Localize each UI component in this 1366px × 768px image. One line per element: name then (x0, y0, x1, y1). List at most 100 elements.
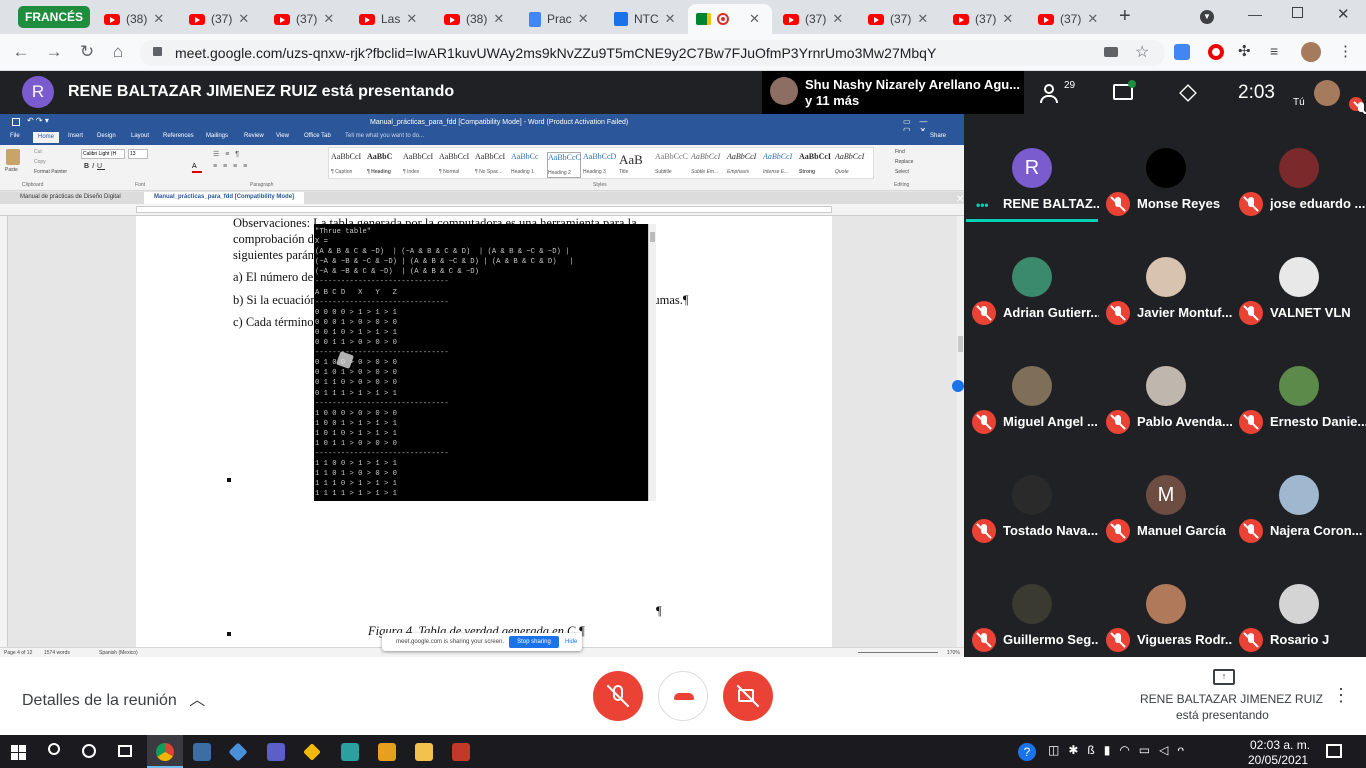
opera-extension-icon[interactable] (1208, 44, 1224, 60)
app-icon[interactable] (452, 743, 470, 761)
microphone-off-button[interactable] (593, 671, 643, 721)
participant-name[interactable]: Javier Montuf... (1137, 305, 1232, 320)
style-intense-emphasis[interactable]: AaBbCcI Intense E... (763, 152, 797, 178)
paragraph-buttons[interactable]: ☰ ≡ ¶ (213, 150, 241, 158)
browser-tab[interactable]: (37) ✕ (266, 4, 342, 34)
self-avatar[interactable] (1314, 80, 1340, 106)
browser-tab[interactable]: Las ✕ (351, 4, 425, 34)
participant-name[interactable]: Vigueras Rodr... (1137, 632, 1233, 647)
browser-tab[interactable]: Prac ✕ (521, 4, 597, 34)
media-control-icon[interactable]: ≡ (1270, 43, 1278, 59)
close-window-button[interactable]: ✕ (1337, 5, 1350, 23)
more-options-icon[interactable]: ⋮ (1332, 685, 1350, 706)
hex-app-icon[interactable] (378, 743, 396, 761)
font-family-select[interactable]: Calibri Light (H (81, 149, 125, 159)
word-tab-home[interactable]: Home (33, 132, 60, 143)
browser-tab[interactable]: (37) ✕ (945, 4, 1021, 34)
browser-tab[interactable]: (37) ✕ (181, 4, 257, 34)
style-heading[interactable]: AaBbC ¶ Heading (367, 152, 401, 178)
taskbar-time[interactable]: 02:03 a. m. (1250, 738, 1310, 752)
url-text[interactable]: meet.google.com/uzs-qnxw-rjk?fbclid=IwAR… (175, 45, 936, 61)
paste-icon[interactable] (6, 149, 20, 165)
chrome-menu-icon[interactable]: ⋮ (1338, 42, 1353, 60)
system-tray-icons[interactable]: ◫✱ß▮◠▭◁ᴖ (1048, 743, 1193, 757)
minimize-button[interactable]: — (1248, 6, 1262, 22)
replace-button[interactable]: Replace (895, 159, 913, 165)
status-page[interactable]: Page 4 of 12 (4, 650, 32, 656)
hide-button[interactable]: Hide (565, 639, 577, 645)
status-words[interactable]: 1574 words (44, 650, 70, 656)
task-view-icon[interactable] (118, 745, 132, 757)
bookmark-star-icon[interactable]: ☆ (1135, 42, 1149, 62)
notifications-icon[interactable] (1326, 744, 1342, 758)
browser-tab[interactable]: NTC ✕ (606, 4, 684, 34)
meeting-details-button[interactable]: Detalles de la reunión ︿ (22, 686, 205, 710)
file-explorer-icon[interactable] (415, 743, 433, 761)
word-save-icon[interactable] (12, 118, 20, 126)
close-tab-icon[interactable]: ✕ (323, 11, 334, 27)
style-title[interactable]: AaB Title (619, 152, 653, 178)
present-now-icon[interactable]: ↑ (1213, 669, 1235, 685)
font-color-icon[interactable]: A (192, 163, 202, 173)
participant-name[interactable]: Manuel García (1137, 523, 1226, 538)
doc-tab[interactable]: Manual de prácticas de Diseño Digital (20, 194, 121, 200)
participant-name[interactable]: Ernesto Danie... (1270, 414, 1366, 429)
doc-tab-active[interactable]: Manual_prácticas_para_fdd [Compatibility… (144, 192, 305, 204)
taskbar-date[interactable]: 20/05/2021 (1248, 753, 1308, 767)
profile-avatar[interactable] (1301, 42, 1321, 62)
cube-app-icon[interactable] (228, 742, 248, 762)
word-tab-layout[interactable]: Layout (131, 133, 149, 139)
word-tab-review[interactable]: Review (244, 133, 264, 139)
copy-button[interactable]: Copy (34, 159, 46, 165)
close-tab-icon[interactable]: ✕ (665, 11, 676, 27)
camera-blocked-icon[interactable] (1104, 47, 1118, 57)
participant-name[interactable]: VALNET VLN (1270, 305, 1351, 320)
word-tab-design[interactable]: Design (97, 133, 116, 139)
style-caption[interactable]: AaBbCcI ¶ Caption (331, 152, 365, 178)
zoom-slider[interactable] (858, 652, 938, 653)
close-tab-icon[interactable]: ✕ (749, 11, 760, 27)
styles-gallery[interactable]: AaBbCcI ¶ Caption AaBbC ¶ Heading AaBbCcI ¶… (328, 147, 874, 179)
participant-name[interactable]: Adrian Gutierr... (1003, 305, 1099, 320)
format-painter-button[interactable]: Format Painter (34, 169, 67, 175)
word-tab-mailings[interactable]: Mailings (206, 133, 228, 139)
style-quote[interactable]: AaBbCcI Quote (835, 152, 869, 178)
paste-label[interactable]: Paste (5, 167, 18, 173)
font-format-buttons[interactable]: BIU (84, 163, 105, 170)
browser-tab[interactable]: (38) ✕ (436, 4, 512, 34)
close-tab-icon[interactable]: ✕ (917, 11, 928, 27)
join-notification[interactable]: Shu Nashy Nizarely Arellano Agu... y 11 … (762, 71, 1024, 114)
word-tab-office-tab[interactable]: Office Tab (304, 133, 331, 139)
font-size-select[interactable]: 13 (128, 149, 148, 159)
reload-icon[interactable]: ↻ (76, 42, 98, 62)
presenter-close-icon[interactable]: ✕ (956, 194, 964, 205)
browser-tab[interactable]: (37) ✕ (1030, 4, 1106, 34)
stop-sharing-button[interactable]: Stop sharing (509, 636, 559, 648)
tool-app-icon[interactable] (341, 743, 359, 761)
lock-icon[interactable] (153, 47, 162, 56)
word-tab-references[interactable]: References (163, 133, 194, 139)
style-no-spacing[interactable]: AaBbCcI ¶ No Spac... (475, 152, 509, 178)
new-tab-button[interactable]: + (1119, 5, 1131, 28)
close-tab-icon[interactable]: ✕ (832, 11, 843, 27)
close-tab-icon[interactable]: ✕ (578, 11, 589, 27)
tab-search-icon[interactable]: ▼ (1200, 10, 1214, 24)
browser-tab-meet-active[interactable]: ✕ (688, 4, 772, 34)
participant-name[interactable]: Guillermo Seg... (1003, 632, 1099, 647)
style-heading-2[interactable]: AaBbCcC Heading 2 (547, 152, 581, 178)
word-share-button[interactable]: Share (930, 133, 946, 139)
forward-icon[interactable]: → (43, 42, 65, 62)
browser-tab[interactable]: (38) ✕ (96, 4, 172, 34)
help-icon[interactable]: ? (1018, 743, 1036, 761)
word-tell-me[interactable]: Tell me what you want to do... (345, 133, 424, 139)
cut-button[interactable]: Cut (34, 149, 42, 155)
close-tab-icon[interactable]: ✕ (406, 11, 417, 27)
participant-name[interactable]: Miguel Angel ... (1003, 414, 1098, 429)
style-emphasis[interactable]: AaBbCcI Emphasis (727, 152, 761, 178)
cortana-icon[interactable] (82, 744, 96, 758)
windows-start-icon[interactable] (11, 745, 26, 760)
participant-name[interactable]: Najera Coron... (1270, 523, 1362, 538)
vertical-scrollbar[interactable] (957, 216, 964, 647)
participant-name[interactable]: Pablo Avenda... (1137, 414, 1233, 429)
binance-icon[interactable] (303, 743, 321, 761)
